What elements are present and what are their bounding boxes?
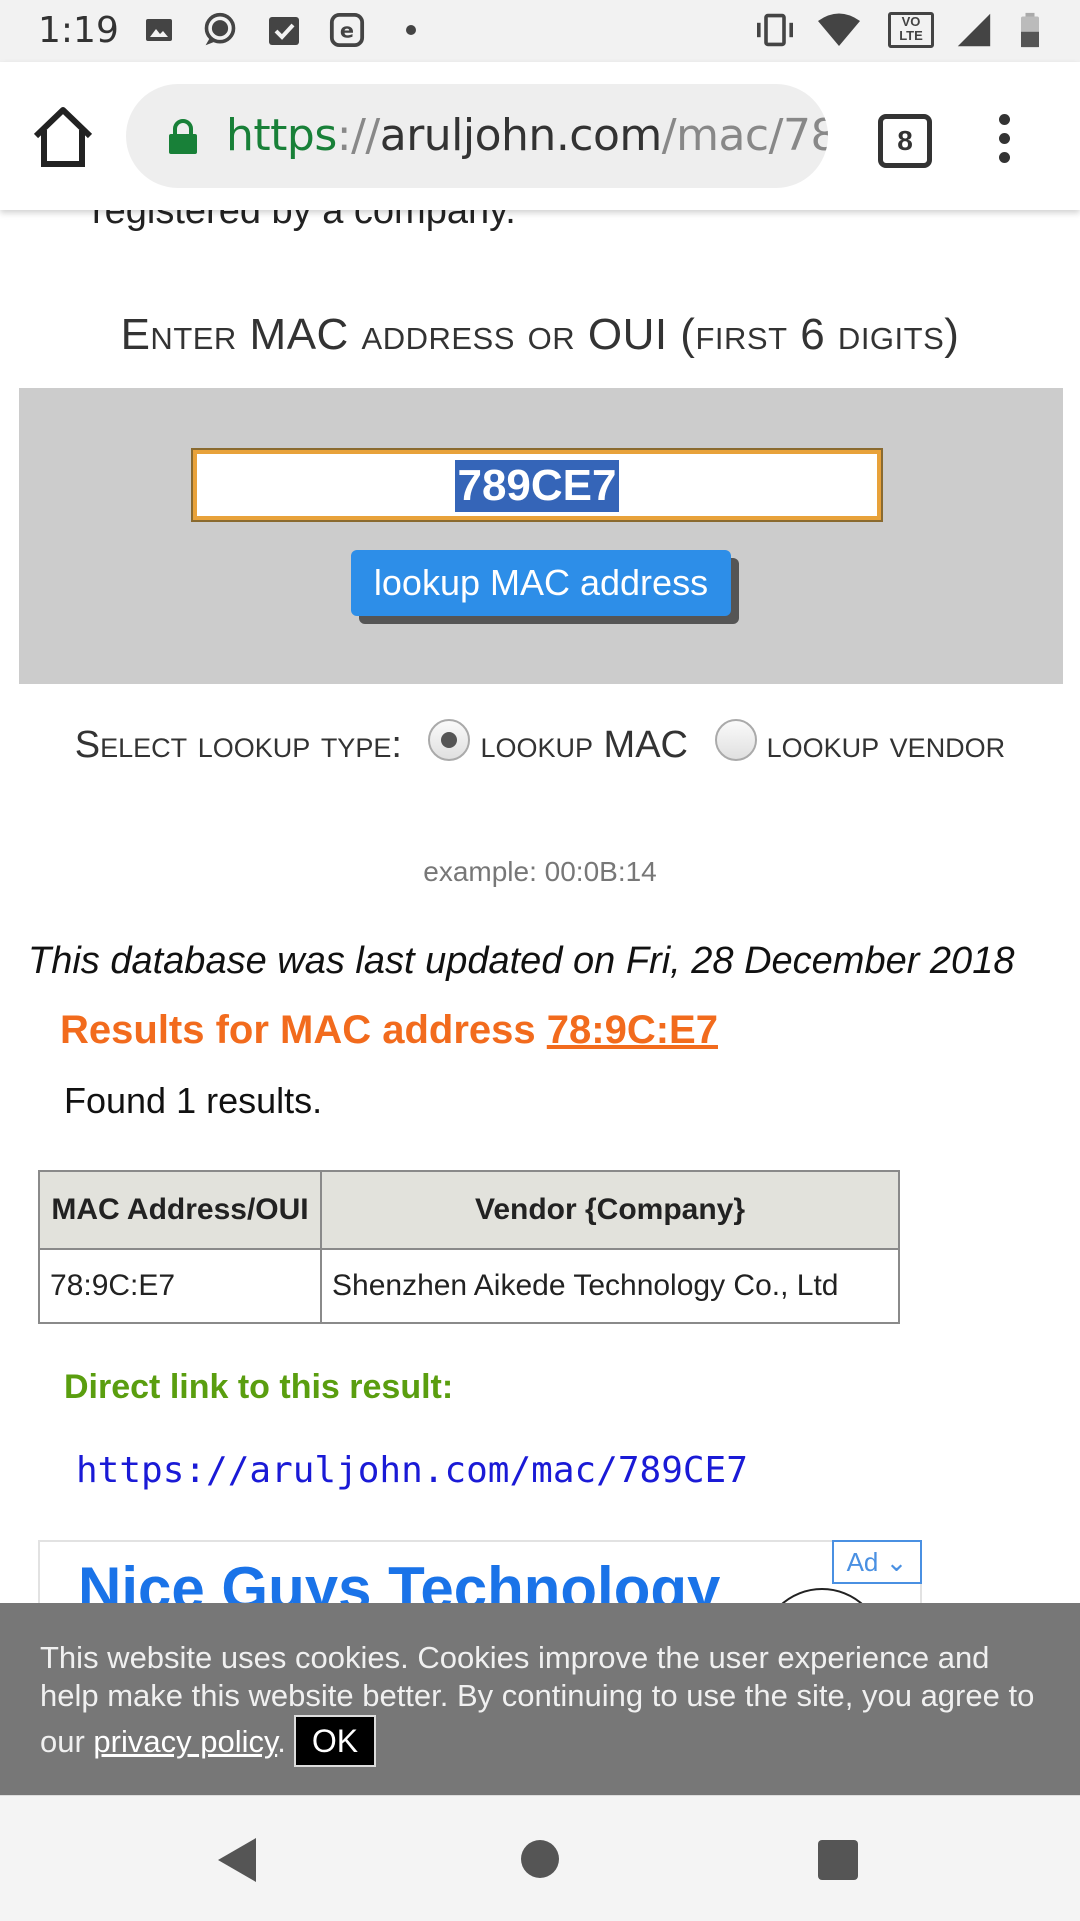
back-icon[interactable] [218,1838,256,1882]
table-cell: Shenzhen Aikede Technology Co., Ltd [320,1248,900,1324]
edge-e-icon: e [329,12,365,48]
mac-input-value: 789CE7 [455,460,619,512]
cookie-message: This website uses cookies. Cookies impro… [40,1639,1050,1767]
column-header: Vendor {Company} [320,1170,900,1250]
example-text: example: 00:0B:14 [423,856,657,887]
system-nav-bar [0,1795,1080,1921]
lock-icon [169,119,197,154]
url-text: https://aruljohn.com/mac/789( [226,110,828,161]
home-icon[interactable] [28,102,98,172]
status-time: 1:19 [38,10,119,51]
task-check-icon [269,17,299,45]
lookup-type-selector: Select lookup type: lookup MAC lookup ve… [0,715,1080,775]
results-table: MAC Address/OUI Vendor {Company} 78:9C:E… [38,1170,900,1324]
lookup-mac-button[interactable]: lookup MAC address [351,550,731,616]
radio-lookup-vendor-label[interactable]: lookup vendor [767,724,1006,766]
status-bar: 1:19 e VO LTE [0,0,1080,62]
tab-switcher-button[interactable]: 8 [878,114,932,168]
battery-icon [1021,12,1039,48]
cookie-banner: This website uses cookies. Cookies impro… [0,1603,1080,1795]
column-header: MAC Address/OUI [38,1170,322,1250]
radio-lookup-mac-label[interactable]: lookup MAC [480,724,688,766]
direct-link[interactable]: https://aruljohn.com/mac/789CE7 [76,1450,748,1491]
table-row: 78:9C:E7 Shenzhen Aikede Technology Co.,… [38,1248,900,1324]
volte-icon: VO LTE [888,12,934,48]
results-heading: Results for MAC address 78:9C:E7 [60,1008,718,1052]
privacy-policy-link[interactable]: privacy policy [93,1724,277,1759]
cookie-ok-button[interactable]: OK [293,1715,377,1767]
browser-toolbar: https://aruljohn.com/mac/789( 8 [0,62,1080,210]
radio-lookup-vendor[interactable] [714,719,757,761]
home-circle-icon[interactable] [521,1840,559,1878]
lookup-panel: 789CE7 lookup MAC address [19,388,1063,684]
recents-icon[interactable] [818,1840,858,1880]
image-icon [146,19,172,41]
svg-text:e: e [340,19,354,43]
table-header-row: MAC Address/OUI Vendor {Company} [38,1170,900,1250]
select-lookup-label: Select lookup type: [74,724,402,766]
url-bar[interactable]: https://aruljohn.com/mac/789( [126,84,828,188]
dot-icon [406,25,416,35]
database-updated-text: This database was last updated on Fri, 2… [28,940,1015,982]
cell-signal-icon [957,13,991,47]
chat-bubble-icon [204,12,236,46]
mac-address-input[interactable]: 789CE7 [191,448,883,522]
radio-lookup-mac[interactable] [428,719,471,761]
overflow-menu-icon[interactable] [994,114,1014,164]
wifi-icon [818,13,860,46]
direct-link-label: Direct link to this result: [64,1368,454,1406]
section-heading: Enter MAC address or OUI (first 6 digits… [120,310,960,359]
table-cell: 78:9C:E7 [38,1248,322,1324]
vibrate-icon [757,13,793,47]
found-count: Found 1 results. [64,1080,323,1121]
ad-choices-badge[interactable]: Ad ⌄ [832,1540,922,1584]
results-mac-link[interactable]: 78:9C:E7 [547,1008,718,1052]
